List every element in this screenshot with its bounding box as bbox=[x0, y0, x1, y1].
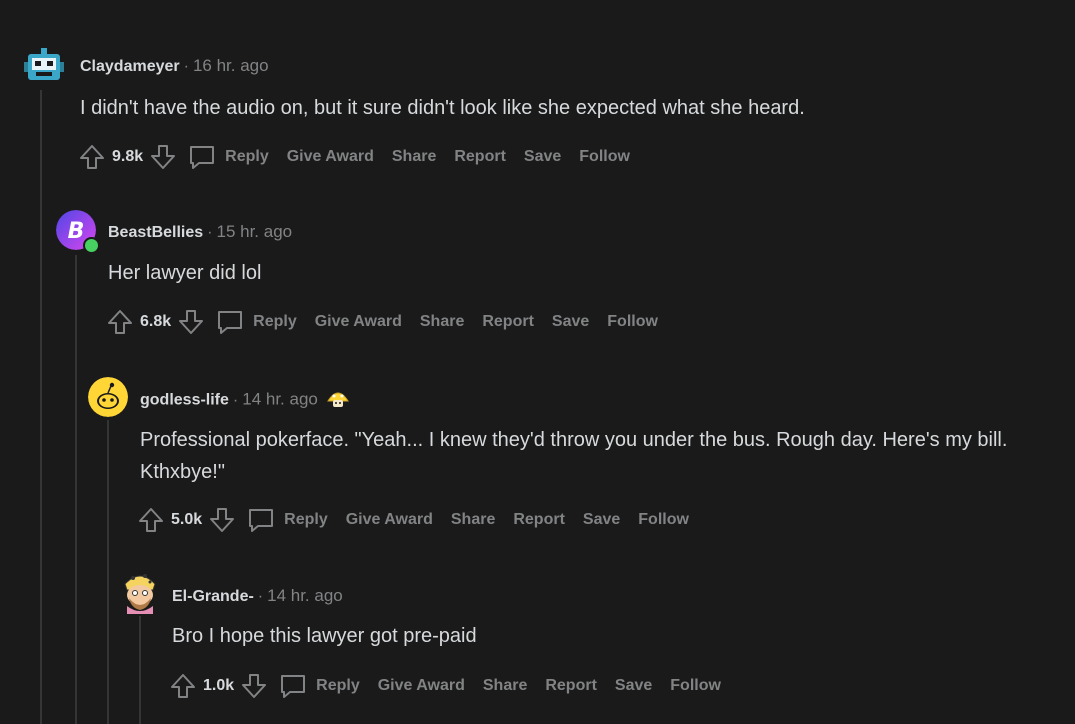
give-award-button[interactable]: Give Award bbox=[315, 313, 402, 331]
follow-button[interactable]: Follow bbox=[638, 511, 689, 529]
share-button[interactable]: Share bbox=[420, 313, 464, 331]
vote-score: 9.8k bbox=[112, 148, 144, 165]
upvote-icon[interactable] bbox=[106, 308, 134, 336]
comment-meta: Claydameyer · 16 hr. ago bbox=[80, 56, 269, 76]
timestamp[interactable]: 14 hr. ago bbox=[267, 586, 343, 605]
mushroom-award-icon[interactable] bbox=[326, 387, 350, 414]
report-button[interactable]: Report bbox=[482, 313, 534, 331]
save-button[interactable]: Save bbox=[552, 313, 589, 331]
comment-meta: El-Grande- · 14 hr. ago bbox=[172, 586, 343, 606]
save-button[interactable]: Save bbox=[615, 677, 652, 695]
author-name[interactable]: godless-life bbox=[140, 392, 229, 409]
report-button[interactable]: Report bbox=[545, 677, 597, 695]
follow-button[interactable]: Follow bbox=[670, 677, 721, 695]
comment-meta: godless-life · 14 hr. ago bbox=[140, 387, 350, 414]
meta-separator: · bbox=[183, 58, 189, 75]
thread-line[interactable] bbox=[75, 255, 77, 724]
share-button[interactable]: Share bbox=[392, 148, 436, 166]
author-name[interactable]: El-Grande- bbox=[172, 588, 254, 605]
timestamp[interactable]: 14 hr. ago bbox=[242, 390, 318, 409]
cartoon-avatar-icon[interactable] bbox=[119, 568, 161, 614]
downvote-icon[interactable] bbox=[177, 308, 205, 336]
downvote-icon[interactable] bbox=[149, 143, 177, 171]
share-button[interactable]: Share bbox=[451, 511, 495, 529]
action-bar: 5.0k Reply Give Award Share Report Save … bbox=[137, 506, 689, 534]
downvote-icon[interactable] bbox=[240, 672, 268, 700]
downvote-icon[interactable] bbox=[208, 506, 236, 534]
reply-label: Reply bbox=[316, 677, 360, 694]
give-award-button[interactable]: Give Award bbox=[287, 148, 374, 166]
give-award-button[interactable]: Give Award bbox=[378, 677, 465, 695]
comment-body: Bro I hope this lawyer got pre-paid bbox=[172, 625, 477, 647]
report-button[interactable]: Report bbox=[454, 148, 506, 166]
upvote-icon[interactable] bbox=[78, 143, 106, 171]
online-dot-icon bbox=[83, 237, 100, 254]
give-award-button[interactable]: Give Award bbox=[346, 511, 433, 529]
author-name[interactable]: BeastBellies bbox=[108, 224, 203, 241]
save-button[interactable]: Save bbox=[583, 511, 620, 529]
action-bar: 6.8k Reply Give Award Share Report Save … bbox=[106, 308, 658, 336]
reply-button[interactable]: Reply bbox=[246, 506, 328, 534]
comment-bubble-icon bbox=[187, 143, 217, 171]
snoo-avatar-icon[interactable] bbox=[88, 377, 128, 417]
comment-bubble-icon bbox=[278, 672, 308, 700]
comment-body: Professional pokerface. "Yeah... I knew … bbox=[140, 429, 1008, 483]
upvote-icon[interactable] bbox=[169, 672, 197, 700]
comment-body: Her lawyer did lol bbox=[108, 262, 262, 284]
action-bar: 9.8k Reply Give Award Share Report Save … bbox=[78, 143, 630, 171]
follow-button[interactable]: Follow bbox=[579, 148, 630, 166]
vote-score: 5.0k bbox=[171, 511, 203, 528]
reply-button[interactable]: Reply bbox=[215, 308, 297, 336]
upvote-icon[interactable] bbox=[137, 506, 165, 534]
report-button[interactable]: Report bbox=[513, 511, 565, 529]
comment-meta: BeastBellies · 15 hr. ago bbox=[108, 222, 292, 242]
vote-score: 6.8k bbox=[140, 313, 172, 330]
comment-bubble-icon bbox=[215, 308, 245, 336]
reply-button[interactable]: Reply bbox=[187, 143, 269, 171]
thread-line[interactable] bbox=[107, 420, 109, 724]
svg-text:B: B bbox=[68, 219, 85, 244]
follow-button[interactable]: Follow bbox=[607, 313, 658, 331]
save-button[interactable]: Save bbox=[524, 148, 561, 166]
thread-line[interactable] bbox=[139, 616, 141, 724]
reply-label: Reply bbox=[253, 313, 297, 330]
meta-separator: · bbox=[257, 588, 264, 605]
share-button[interactable]: Share bbox=[483, 677, 527, 695]
action-bar: 1.0k Reply Give Award Share Report Save … bbox=[169, 672, 721, 700]
reply-label: Reply bbox=[225, 148, 269, 165]
reply-button[interactable]: Reply bbox=[278, 672, 360, 700]
comment-bubble-icon bbox=[246, 506, 276, 534]
comment-thread: Claydameyer · 16 hr. ago I didn't have the… bbox=[0, 0, 1075, 724]
vote-score: 1.0k bbox=[203, 677, 235, 694]
timestamp[interactable]: 16 hr. ago bbox=[193, 56, 269, 75]
robot-avatar-icon[interactable] bbox=[22, 44, 66, 88]
comment-body: I didn't have the audio on, but it sure … bbox=[80, 97, 805, 119]
author-name[interactable]: Claydameyer bbox=[80, 58, 180, 75]
reply-label: Reply bbox=[284, 511, 328, 528]
timestamp[interactable]: 15 hr. ago bbox=[217, 222, 293, 241]
meta-separator: · bbox=[207, 224, 213, 241]
thread-line[interactable] bbox=[40, 90, 42, 724]
meta-separator: · bbox=[232, 391, 239, 409]
